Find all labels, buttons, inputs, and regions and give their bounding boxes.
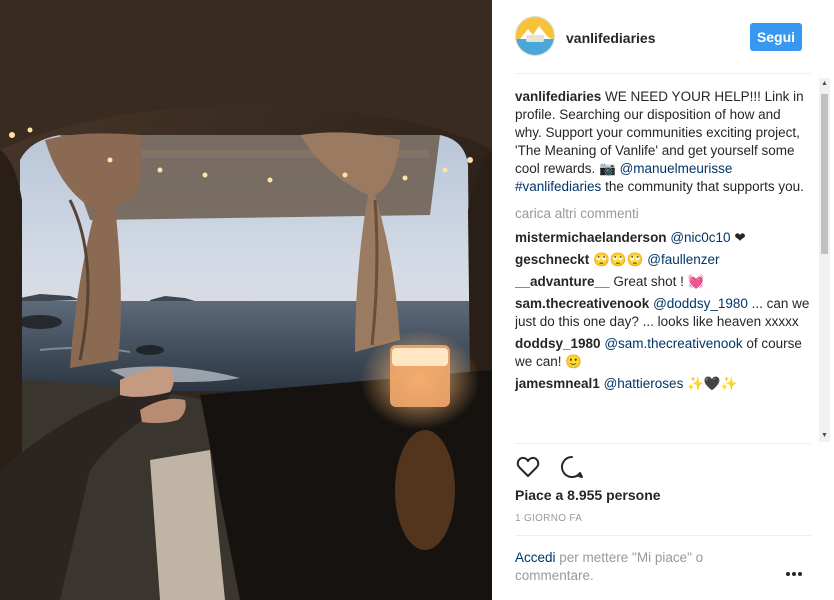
comment-username[interactable]: sam.thecreativenook [515,296,649,311]
comment-text: ✨🖤✨ [683,376,738,391]
comment-item: mistermichaelanderson @nic0c10 ❤ [515,229,811,247]
profile-logo [516,17,554,55]
follow-button[interactable]: Segui [750,23,802,51]
post-actions [515,454,599,480]
avatar[interactable] [515,16,555,56]
comments-scrollbar[interactable]: ▲ ▼ [819,78,830,442]
post-panel: vanlifediaries Segui vanlifediaries WE N… [492,0,834,600]
comment-item: sam.thecreativenook @doddsy_1980 ... can… [515,295,811,331]
comment-mention[interactable]: @sam.thecreativenook [604,336,742,351]
comment-mention[interactable]: @nic0c10 [670,230,730,245]
scroll-down-arrow-icon[interactable]: ▼ [819,430,830,442]
comment-item: doddsy_1980 @sam.thecreativenook of cour… [515,335,811,371]
login-prompt: Accedi per mettere "Mi piace" o commenta… [515,549,755,585]
likes-count[interactable]: Piace a 8.955 persone [515,487,661,503]
caption-hashtag[interactable]: #vanlifediaries [515,179,601,194]
van-beach-photo [0,0,492,600]
caption-username[interactable]: vanlifediaries [515,89,601,104]
heart-icon[interactable] [515,454,541,480]
scroll-thumb[interactable] [821,94,828,254]
post-header: vanlifediaries Segui [515,14,811,74]
comment-text: 🙄🙄🙄 [593,252,648,267]
comment-item: geschneckt 🙄🙄🙄 @faullenzer [515,251,811,269]
comment-bubble-icon[interactable] [559,454,585,480]
comment-item: __advanture__ Great shot ! 💓 [515,273,811,291]
caption-text-end: the community that supports you. [601,179,804,194]
post-username[interactable]: vanlifediaries [566,30,656,46]
scroll-up-arrow-icon[interactable]: ▲ [819,78,830,90]
comment-mention[interactable]: @doddsy_1980 [653,296,748,311]
comment-username[interactable]: geschneckt [515,252,589,267]
comments-list[interactable]: vanlifediaries WE NEED YOUR HELP!!! Link… [515,88,811,442]
caption-mention[interactable]: @manuelmeurisse [620,161,733,176]
comment-mention[interactable]: @hattieroses [604,376,684,391]
comment-username[interactable]: mistermichaelanderson [515,230,667,245]
post-timestamp: 1 GIORNO FA [515,513,583,524]
comment-username[interactable]: __advanture__ [515,274,610,289]
comment-item: jamesmneal1 @hattieroses ✨🖤✨ [515,375,811,393]
comment-mention[interactable]: @faullenzer [647,252,719,267]
comment-text: Great shot ! 💓 [613,274,705,289]
comment-text: ❤ [730,230,746,245]
post-photo [0,0,492,600]
divider [515,535,811,536]
divider [515,443,811,444]
comment-username[interactable]: jamesmneal1 [515,376,600,391]
load-more-comments[interactable]: carica altri commenti [515,205,811,223]
more-options-icon[interactable] [786,563,806,576]
comment-username[interactable]: doddsy_1980 [515,336,601,351]
login-link[interactable]: Accedi [515,550,556,565]
post-caption: vanlifediaries WE NEED YOUR HELP!!! Link… [515,88,811,196]
